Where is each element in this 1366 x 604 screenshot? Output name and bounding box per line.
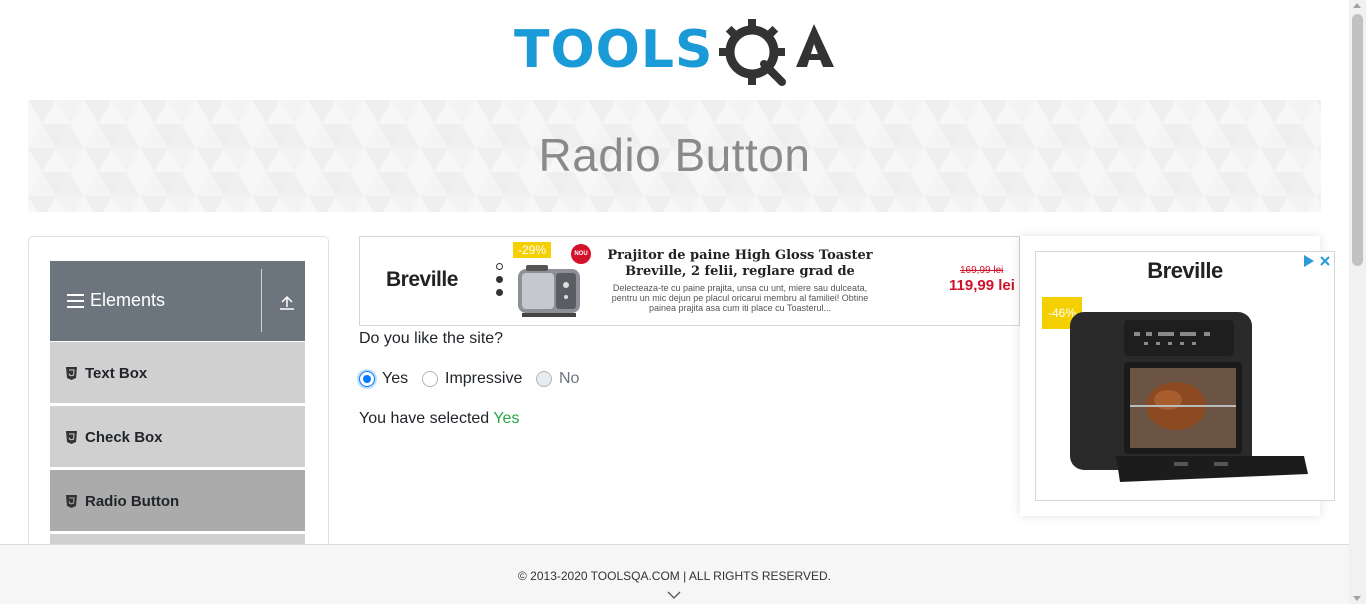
impressive-radio-label[interactable]: Impressive xyxy=(445,370,522,388)
carousel-dots[interactable] xyxy=(496,263,504,303)
ad-brand-logo: Breville xyxy=(1147,258,1223,283)
impressive-radio[interactable] xyxy=(422,371,438,387)
sidebar-item-text-box[interactable]: Text Box xyxy=(50,342,305,404)
page: TOOLS Radio Button Elements Text Box Che… xyxy=(0,0,1366,604)
selection-result: You have selected Yes xyxy=(359,410,519,428)
radio-option-impressive[interactable]: Impressive xyxy=(422,369,522,389)
toolsqa-logo[interactable]: TOOLS xyxy=(514,14,844,94)
new-price: 119,99 lei xyxy=(949,277,1015,294)
svg-text:TOOLS: TOOLS xyxy=(514,20,713,80)
copyright-text: © 2013-2020 TOOLSQA.COM | ALL RIGHTS RES… xyxy=(518,569,831,583)
ad-banner-top[interactable]: Breville -29% NOU Prajitor de paine High… xyxy=(359,236,1020,326)
hamburger-icon xyxy=(67,294,84,308)
vertical-scrollbar[interactable] xyxy=(1349,0,1366,604)
radio-option-no: No xyxy=(536,369,579,389)
air-fryer-image xyxy=(1070,312,1308,482)
result-value: Yes xyxy=(493,410,520,427)
sidebar-item-label: Text Box xyxy=(85,365,148,382)
html5-icon xyxy=(66,495,77,508)
sidebar-group-title: Elements xyxy=(90,290,166,310)
chevron-down-icon[interactable] xyxy=(667,591,681,600)
ad-banner-right[interactable]: Breville -46% xyxy=(1035,251,1335,501)
header-divider xyxy=(261,269,262,332)
scroll-down-arrow-icon[interactable] xyxy=(1353,596,1361,601)
result-prefix: You have selected xyxy=(359,410,490,427)
yes-radio-label[interactable]: Yes xyxy=(382,370,408,388)
no-radio-label: No xyxy=(559,370,580,387)
sidebar: Elements Text Box Check Box Radio Button xyxy=(28,236,329,556)
html5-icon xyxy=(66,431,77,444)
discount-badge: -29% xyxy=(513,242,552,258)
html5-icon xyxy=(66,367,77,380)
footer: © 2013-2020 TOOLSQA.COM | ALL RIGHTS RES… xyxy=(0,544,1349,604)
sidebar-item-check-box[interactable]: Check Box xyxy=(50,406,305,468)
question-label: Do you like the site? xyxy=(359,330,504,347)
old-price: 169,99 lei xyxy=(960,265,1004,276)
sidebar-group-elements[interactable]: Elements xyxy=(50,261,305,341)
adchoices-icon[interactable] xyxy=(1302,254,1332,268)
yes-radio[interactable] xyxy=(359,371,375,387)
no-radio xyxy=(536,371,552,387)
toaster-image xyxy=(518,265,580,317)
ad-brand-logo: Breville xyxy=(386,268,458,291)
sidebar-item-radio-button[interactable]: Radio Button xyxy=(50,470,305,532)
scroll-up-arrow-icon[interactable] xyxy=(1353,3,1361,8)
sidebar-item-label: Check Box xyxy=(85,429,163,446)
radio-option-yes[interactable]: Yes xyxy=(359,369,408,389)
ad-headline[interactable]: Prajitor de paine High Gloss Toaster Bre… xyxy=(600,248,880,280)
collapse-up-icon[interactable] xyxy=(279,294,295,310)
ad-description: Delecteaza-te cu paine prajita, unsa cu … xyxy=(611,283,869,313)
sidebar-item-label: Radio Button xyxy=(85,493,180,510)
scrollbar-thumb[interactable] xyxy=(1352,14,1363,266)
page-title: Radio Button xyxy=(538,129,811,181)
new-badge: NOU xyxy=(571,244,591,264)
